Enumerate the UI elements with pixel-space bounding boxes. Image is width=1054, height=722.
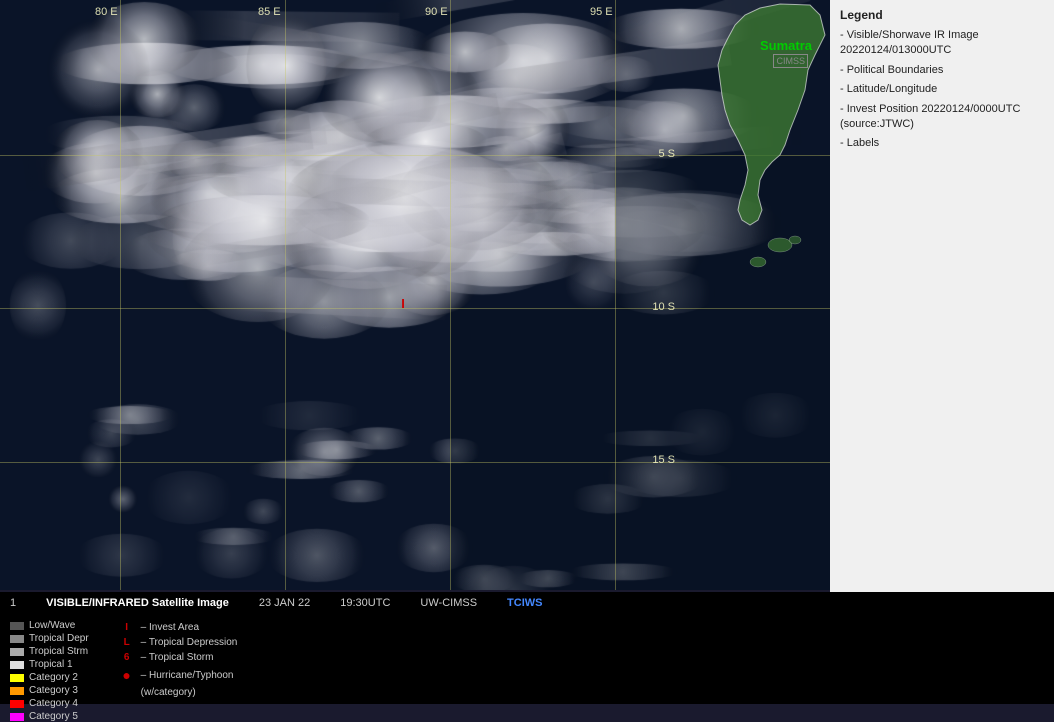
legend-item-4: - Invest Position 20220124/0000UTC (sour… [840, 102, 1044, 133]
grid-line-90e [450, 0, 451, 590]
source-label: UW-CIMSS [420, 597, 477, 609]
grid-line-10s [0, 308, 830, 309]
label-low-wave: Low/Wave [29, 620, 75, 631]
label-tropical-depression: – Tropical Depression [141, 637, 238, 648]
symbol-hurricane: ● – Hurricane/Typhoon [119, 667, 238, 683]
label-with-category: (w/category) [141, 687, 196, 698]
intensity-tropical-depr: Tropical Depr [10, 633, 89, 644]
swatch-low-wave [10, 622, 24, 630]
label-category-5: Category 5 [29, 711, 78, 722]
cimss-link[interactable]: TCIWS [507, 597, 542, 609]
time-label: 19:30UTC [340, 597, 390, 609]
swatch-category-2 [10, 674, 24, 682]
lon-label-90e: 90 E [425, 6, 448, 18]
intensity-category-3: Category 3 [10, 685, 89, 696]
date-label: 23 JAN 22 [259, 597, 310, 609]
symbol-legend: I – Invest Area L – Tropical Depression … [119, 622, 238, 698]
label-tropical-storm: – Tropical Storm [141, 652, 214, 663]
lat-label-10s: 10 S [652, 301, 675, 313]
intensity-legend: Low/Wave Tropical Depr Tropical Strm Tro… [10, 620, 89, 698]
image-type-label: VISIBLE/INFRARED Satellite Image [46, 597, 229, 609]
grid-line-15s [0, 462, 830, 463]
label-tropical-strm: Tropical Strm [29, 646, 88, 657]
satellite-map: 80 E 85 E 90 E 95 E 5 S 10 S 15 S Sumatr… [0, 0, 830, 590]
legend-item-3: - Latitude/Longitude [840, 82, 1044, 97]
lon-label-80e: 80 E [95, 6, 118, 18]
grid-line-80e [120, 0, 121, 590]
intensity-low-wave: Low/Wave [10, 620, 89, 631]
tropical-depression-symbol: L [119, 637, 135, 648]
swatch-tropical-strm [10, 648, 24, 656]
symbol-tropical-depression: L – Tropical Depression [119, 637, 238, 648]
label-invest: – Invest Area [141, 622, 199, 633]
legend-item-2: - Political Boundaries [840, 63, 1044, 78]
label-tropical-depr: Tropical Depr [29, 633, 89, 644]
hurricane-symbol: ● [119, 667, 135, 683]
label-tropical-1: Tropical 1 [29, 659, 73, 670]
lat-label-15s: 15 S [652, 454, 675, 466]
swatch-category-5 [10, 713, 24, 721]
symbol-invest: I – Invest Area [119, 622, 238, 633]
swatch-category-3 [10, 687, 24, 695]
intensity-tropical-1: Tropical 1 [10, 659, 89, 670]
legend-panel: Legend - Visible/Shorwave IR Image 20220… [830, 0, 1054, 592]
status-bar: 1 VISIBLE/INFRARED Satellite Image 23 JA… [0, 592, 1054, 614]
svg-text:I: I [401, 296, 405, 311]
swatch-tropical-depr [10, 635, 24, 643]
label-hurricane: – Hurricane/Typhoon [141, 670, 234, 681]
symbol-with-category: (w/category) [119, 687, 238, 698]
legend-item-1: - Visible/Shorwave IR Image 20220124/013… [840, 28, 1044, 59]
intensity-tropical-strm: Tropical Strm [10, 646, 89, 657]
status-number: 1 [10, 597, 16, 609]
lon-label-85e: 85 E [258, 6, 281, 18]
symbol-tropical-storm: 6 – Tropical Storm [119, 652, 238, 663]
sumatra-label: Sumatra [760, 38, 812, 53]
swatch-tropical-1 [10, 661, 24, 669]
grid-line-95e [615, 0, 616, 590]
intensity-category-2: Category 2 [10, 672, 89, 683]
tropical-storm-symbol: 6 [119, 652, 135, 663]
label-category-3: Category 3 [29, 685, 78, 696]
invest-marker: I [398, 296, 414, 312]
lon-label-95e: 95 E [590, 6, 613, 18]
bottom-legend: Low/Wave Tropical Depr Tropical Strm Tro… [0, 614, 1054, 704]
intensity-category-5: Category 5 [10, 711, 89, 722]
cimss-watermark: CIMSS [773, 54, 808, 68]
grid-line-85e [285, 0, 286, 590]
legend-title: Legend [840, 8, 1044, 22]
label-category-2: Category 2 [29, 672, 78, 683]
legend-item-5: - Labels [840, 136, 1044, 151]
invest-symbol: I [119, 622, 135, 633]
